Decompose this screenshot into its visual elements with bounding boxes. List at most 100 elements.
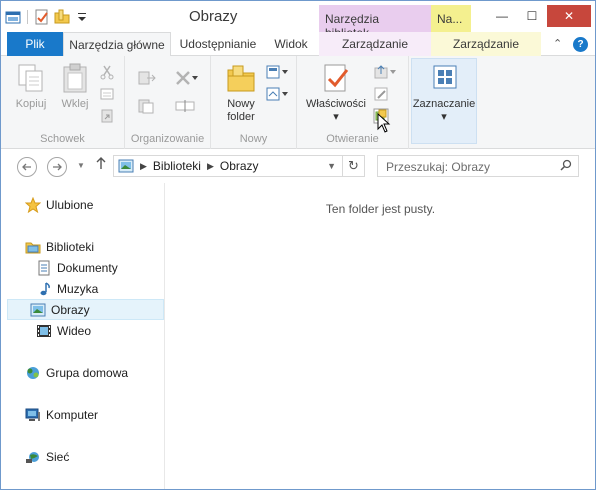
select-dropdown-icon[interactable]: ▾: [411, 111, 477, 124]
nav-libraries[interactable]: Biblioteki: [25, 236, 182, 257]
cut-icon[interactable]: [99, 64, 115, 80]
window-title: Obrazy: [189, 8, 238, 25]
tab-manage-other[interactable]: Zarządzanie: [431, 32, 541, 56]
copy-label: Kopiuj: [15, 98, 47, 110]
nav-favorites-label: Ulubione: [46, 197, 94, 212]
refresh-button[interactable]: ↻: [342, 156, 364, 176]
tab-view[interactable]: Widok: [269, 32, 313, 56]
group-clipboard: Kopiuj Wklej Schowek: [1, 56, 125, 149]
recent-locations-dropdown-icon[interactable]: ▼: [77, 161, 85, 170]
new-folder-label-line2: folder: [227, 111, 255, 123]
nav-libraries-label: Biblioteki: [46, 239, 95, 254]
copy-button[interactable]: Kopiuj: [11, 62, 51, 111]
minimize-button[interactable]: —: [487, 5, 517, 27]
breadcrumb-libraries[interactable]: Biblioteki: [153, 159, 201, 173]
music-note-icon: [36, 281, 52, 297]
paste-shortcut-icon[interactable]: [99, 108, 115, 124]
nav-documents-label: Dokumenty: [57, 260, 118, 275]
nav-pictures-label: Obrazy: [51, 302, 90, 317]
back-button[interactable]: [17, 157, 37, 177]
new-folder-qat-icon[interactable]: [54, 9, 70, 25]
open-icon[interactable]: [373, 64, 397, 80]
ribbon-tabs: Plik Narzędzia główne Udostępnianie Wido…: [1, 32, 595, 57]
pictures-icon: [30, 302, 46, 318]
network-icon: [25, 449, 41, 465]
rename-icon[interactable]: [175, 98, 195, 114]
context-header-library-tools: Narzędzia bibliotek: [319, 5, 431, 40]
back-arrow-icon: [22, 163, 31, 171]
help-icon[interactable]: ?: [573, 37, 588, 52]
star-icon: [24, 196, 42, 213]
copy-to-icon[interactable]: [137, 98, 154, 114]
edit-icon[interactable]: [373, 86, 389, 102]
tab-file[interactable]: Plik: [7, 32, 63, 56]
nav-network[interactable]: Sieć: [25, 446, 182, 467]
paste-icon: [59, 62, 91, 94]
select-label: Zaznaczanie: [412, 98, 476, 110]
forward-arrow-icon: [53, 163, 62, 171]
properties-button[interactable]: Właściwości ▾: [303, 62, 369, 124]
group-organize: Organizowanie: [125, 56, 211, 149]
nav-computer-label: Komputer: [46, 407, 99, 422]
search-placeholder: Przeszukaj: Obrazy: [386, 160, 491, 174]
paste-button[interactable]: Wklej: [57, 62, 93, 111]
copy-path-icon[interactable]: [99, 86, 115, 102]
clipboard-group-label: Schowek: [40, 133, 85, 145]
tab-manage-library[interactable]: Zarządzanie: [319, 32, 431, 56]
title-bar: Obrazy Narzędzia bibliotek Na... — ☐ ✕: [1, 1, 595, 40]
breadcrumb-separator-icon[interactable]: ▶: [140, 161, 147, 172]
breadcrumb-separator-icon[interactable]: ▶: [207, 161, 214, 172]
nav-pictures[interactable]: Obrazy: [7, 299, 164, 320]
qat-separator: [27, 10, 28, 24]
explorer-app-icon[interactable]: [5, 9, 21, 25]
close-button[interactable]: ✕: [547, 5, 591, 27]
easy-access-icon[interactable]: [265, 86, 289, 102]
mouse-cursor-icon: [377, 112, 391, 138]
select-button[interactable]: Zaznaczanie ▾: [411, 62, 477, 124]
qat-customize-dropdown-icon[interactable]: [74, 9, 90, 25]
delete-icon[interactable]: [175, 70, 199, 86]
nav-network-label: Sieć: [46, 449, 70, 464]
search-box[interactable]: Przeszukaj: Obrazy: [377, 155, 579, 177]
new-folder-icon: [225, 62, 257, 94]
breadcrumb-pictures[interactable]: Obrazy: [220, 159, 259, 173]
nav-homegroup[interactable]: Grupa domowa: [25, 362, 182, 383]
documents-icon: [36, 260, 52, 276]
context-header-truncated: Na...: [431, 5, 471, 32]
forward-button[interactable]: [47, 157, 67, 177]
navigation-pane: Ulubione Biblioteki Dokumenty Muzyka Obr…: [1, 183, 165, 489]
group-select: Zaznaczanie ▾: [409, 56, 477, 149]
properties-label: Właściwości: [306, 98, 366, 110]
computer-icon: [25, 407, 41, 423]
move-to-icon[interactable]: [137, 70, 156, 86]
organize-group-label: Organizowanie: [130, 133, 205, 145]
new-item-icon[interactable]: [265, 64, 289, 80]
quick-access-toolbar: [5, 7, 94, 27]
up-arrow-icon: [96, 157, 106, 169]
nav-video-label: Wideo: [57, 323, 92, 338]
address-history-dropdown-icon[interactable]: ▼: [327, 161, 336, 171]
select-grid-icon: [428, 62, 460, 94]
nav-computer[interactable]: Komputer: [25, 404, 182, 425]
empty-folder-message: Ten folder jest pusty.: [325, 202, 436, 216]
homegroup-icon: [25, 365, 41, 381]
group-new: Nowy folder Nowy: [211, 56, 297, 149]
nav-music-label: Muzyka: [57, 281, 99, 296]
nav-favorites[interactable]: Ulubione: [24, 194, 182, 215]
search-icon[interactable]: [560, 159, 572, 171]
file-list-area[interactable]: Ten folder jest pusty.: [166, 183, 595, 489]
ribbon-collapse-icon[interactable]: ⌃: [553, 37, 562, 50]
tab-home[interactable]: Narzędzia główne: [63, 32, 171, 57]
maximize-button[interactable]: ☐: [517, 5, 547, 27]
open-group-label: Otwieranie: [326, 133, 379, 145]
properties-qat-icon[interactable]: [34, 9, 50, 25]
address-bar[interactable]: ▶ Biblioteki ▶ Obrazy ▼ ↻: [113, 155, 365, 177]
up-button[interactable]: [95, 156, 107, 173]
properties-dropdown-icon[interactable]: ▾: [303, 111, 369, 124]
ribbon: Kopiuj Wklej Schowek Organizowanie Nowy …: [1, 56, 595, 149]
copy-icon: [15, 62, 47, 94]
new-folder-button[interactable]: Nowy folder: [221, 62, 261, 124]
tab-share[interactable]: Udostępnianie: [173, 32, 263, 56]
properties-icon: [320, 62, 352, 94]
nav-homegroup-label: Grupa domowa: [46, 365, 129, 380]
